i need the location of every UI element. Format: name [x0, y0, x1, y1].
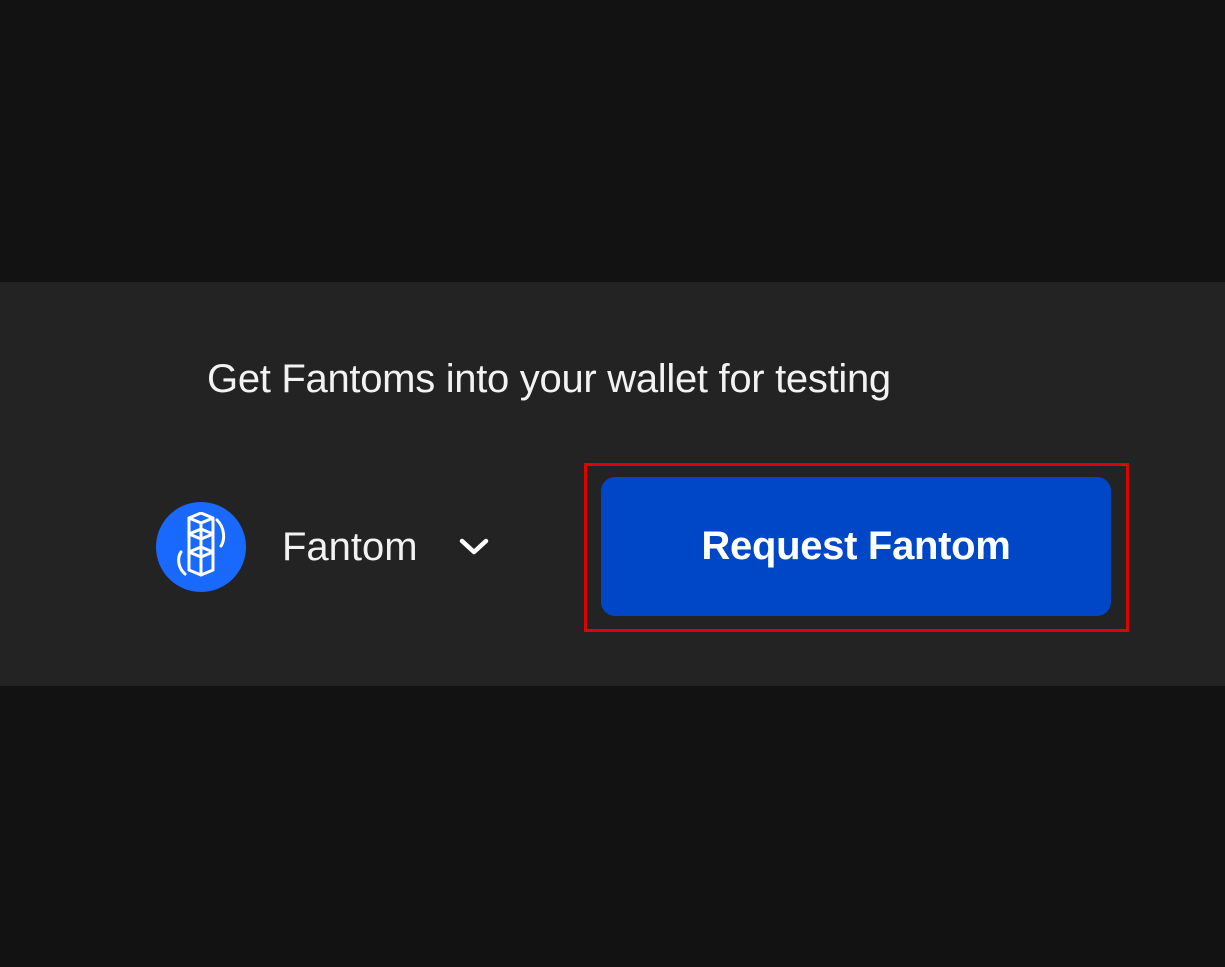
- faucet-heading: Get Fantoms into your wallet for testing: [207, 357, 891, 401]
- chevron-down-icon[interactable]: [456, 529, 492, 565]
- fantom-logo-icon: [156, 502, 246, 592]
- network-select-dropdown[interactable]: Fantom: [156, 501, 492, 593]
- network-name-label: Fantom: [282, 525, 418, 569]
- request-fantom-button[interactable]: Request Fantom: [601, 477, 1111, 616]
